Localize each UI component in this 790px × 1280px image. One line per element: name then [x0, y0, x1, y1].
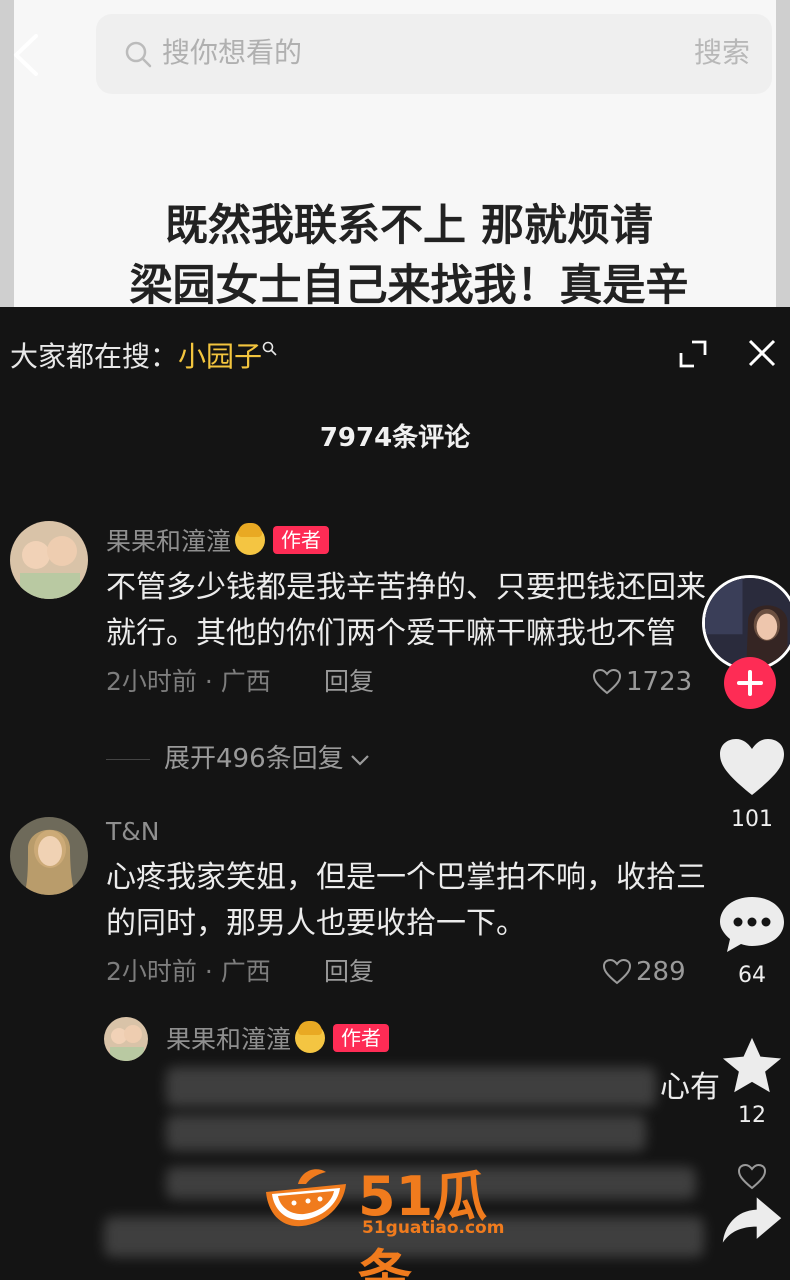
search-bar[interactable]: 搜你想看的 搜索: [96, 14, 772, 94]
search-icon: [125, 41, 152, 68]
watermark: 51瓜条 51guatiao.com: [258, 1152, 538, 1280]
comment-text-line: 就行。其他的你们两个爱干嘛干嘛我也不管: [106, 616, 676, 651]
heart-icon: [737, 1163, 767, 1190]
video-caption: 既然我联系不上 那就烦请 梁园女士自己来找我！真是辛: [14, 196, 790, 307]
like-count: 1723: [626, 667, 693, 697]
emoji-icon: [295, 1021, 326, 1053]
expand-icon[interactable]: [678, 339, 708, 369]
username[interactable]: T&N: [106, 815, 159, 849]
comments-panel: 大家都在搜：小园子 7974条评论 果果和潼潼 作者 不管多少钱都是我辛苦挣的、只…: [0, 307, 790, 1280]
search-input[interactable]: 搜你想看的: [162, 30, 302, 76]
comment-text: 不管多少钱都是我辛苦挣的、只要把钱还回来 就行。其他的你们两个爱干嘛干嘛我也不管: [106, 565, 746, 657]
comment-count: 64: [738, 963, 766, 988]
reply-button[interactable]: 回复: [324, 955, 374, 989]
comment-text-line: 心疼我家笑姐，但是一个巴掌拍不响，收拾三: [106, 860, 706, 895]
trending-keyword[interactable]: 小园子: [178, 340, 262, 373]
blurred-text: [166, 1115, 646, 1151]
username-text: 果果和潼潼: [106, 527, 232, 556]
watermark-brand: 51瓜条: [358, 1165, 488, 1280]
avatar[interactable]: [104, 1017, 148, 1061]
heart-icon: [720, 739, 784, 795]
caption-line-2: 梁园女士自己来找我！真是辛: [129, 261, 689, 307]
star-icon: [722, 1037, 782, 1093]
comment-count-title: 7974条评论: [319, 423, 471, 453]
heart-icon: [602, 958, 632, 985]
comment-text-line: 不管多少钱都是我辛苦挣的、只要把钱还回来: [106, 570, 706, 605]
close-icon[interactable]: [746, 337, 778, 369]
comment-meta: 2小时前 · 广西: [106, 957, 271, 986]
video-area: 既然我联系不上 那就烦请 梁园女士自己来找我！真是辛 搜你想看的 搜索: [0, 0, 790, 307]
divider: [106, 759, 150, 760]
username[interactable]: 果果和潼潼 作者: [106, 523, 330, 559]
expand-replies-button[interactable]: 展开496条回复: [106, 741, 370, 777]
follow-button[interactable]: [724, 657, 776, 709]
back-button[interactable]: [8, 30, 44, 80]
plus-icon: [737, 670, 763, 696]
username-text: 果果和潼潼: [166, 1025, 292, 1054]
comment-like-button[interactable]: 1723: [592, 665, 692, 699]
username[interactable]: 果果和潼潼 作者: [166, 1021, 390, 1057]
trending-prefix: 大家都在搜：: [10, 340, 179, 373]
caption-line-1: 既然我联系不上 那就烦请: [165, 201, 653, 251]
chevron-left-icon: [14, 34, 38, 76]
expand-replies-label: 展开496条回复: [164, 744, 344, 774]
reply-button[interactable]: 回复: [324, 665, 374, 699]
heart-icon: [592, 668, 622, 695]
comment-bubble-icon: [720, 897, 784, 952]
like-count: 101: [731, 807, 773, 832]
favorite-count: 12: [738, 1103, 766, 1128]
avatar[interactable]: [10, 521, 88, 599]
search-icon: [262, 341, 277, 356]
like-count: 289: [636, 957, 686, 987]
comment-text-line: 的同时，那男人也要收拾一下。: [106, 906, 526, 941]
share-arrow-icon: [722, 1197, 782, 1243]
comment-like-button[interactable]: 289: [602, 955, 686, 989]
blurred-text: [166, 1067, 656, 1107]
author-badge: 作者: [333, 1024, 390, 1052]
like-action[interactable]: 101: [712, 737, 790, 832]
search-button[interactable]: 搜索: [694, 30, 750, 76]
watermelon-logo-icon: [266, 1169, 346, 1227]
emoji-icon: [235, 523, 266, 555]
comment-text-partial: 心有: [660, 1070, 720, 1105]
chevron-down-icon: [350, 754, 369, 766]
watermark-url: 51guatiao.com: [362, 1218, 505, 1238]
small-heart-action[interactable]: [712, 1163, 790, 1195]
favorite-action[interactable]: 12: [712, 1035, 790, 1128]
comment-text: 心疼我家笑姐，但是一个巴掌拍不响，收拾三 的同时，那男人也要收拾一下。: [106, 855, 746, 947]
author-badge: 作者: [273, 526, 330, 554]
comment-meta: 2小时前 · 广西: [106, 667, 271, 696]
trending-search[interactable]: 大家都在搜：小园子: [10, 337, 278, 377]
comment-action[interactable]: 64: [712, 893, 790, 988]
share-action[interactable]: [712, 1193, 790, 1251]
avatar[interactable]: [10, 817, 88, 895]
